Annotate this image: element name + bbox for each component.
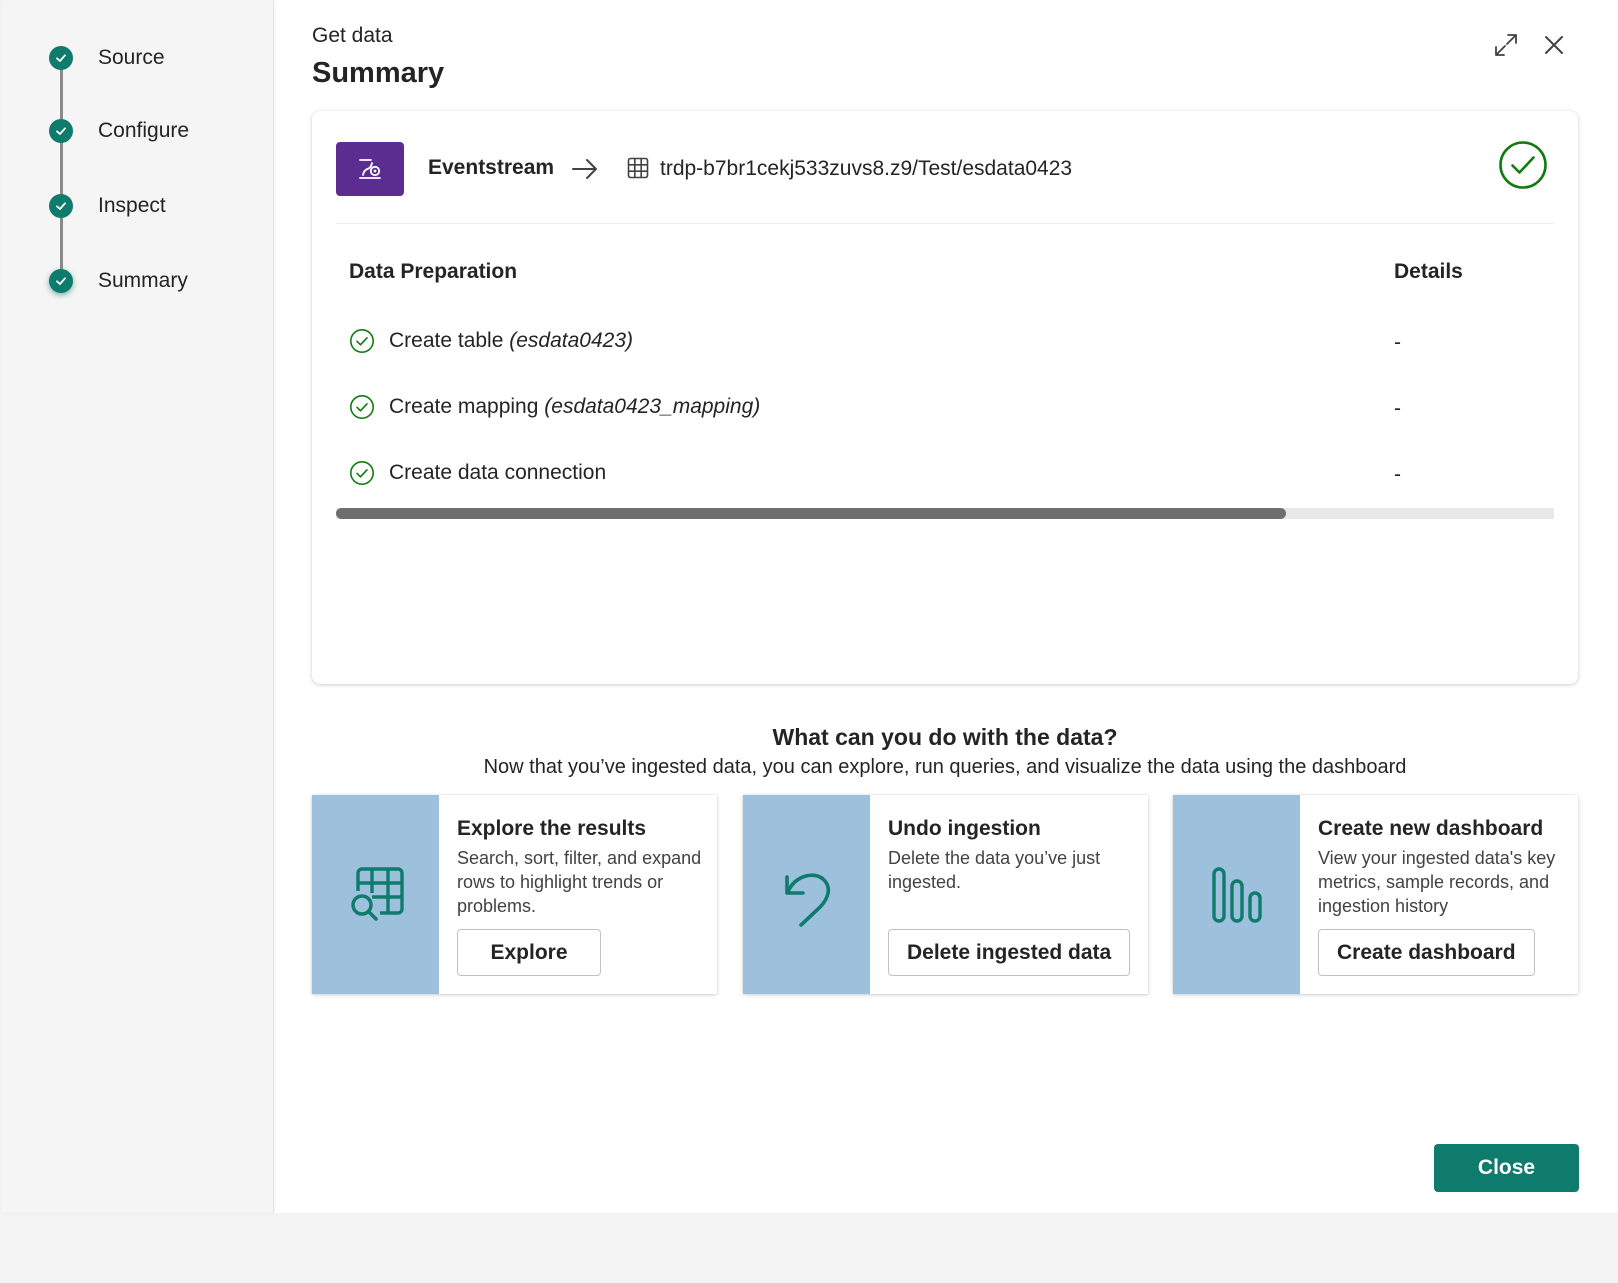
check-circle-icon [350, 461, 374, 485]
undo-icon [784, 872, 830, 927]
card-title: Undo ingestion [888, 817, 1041, 840]
explore-results-card: Explore the results Search, sort, filter… [312, 795, 717, 994]
source-label: Eventstream [428, 156, 555, 179]
prep-row-text: Create mapping (esdata0423_mapping) [389, 395, 761, 418]
prep-row-create-data-connection: Create data connection [349, 458, 606, 488]
scrollbar-thumb[interactable] [336, 508, 1287, 519]
close-dialog-button[interactable] [1537, 28, 1571, 62]
next-steps-subtitle: Now that you’ve ingested data, you can e… [483, 756, 1407, 778]
source-target-row: Eventstream trdp-b7br1cekj533zuvs8.z9/Te… [336, 141, 1554, 224]
prep-row-text: Create table (esdata0423) [389, 329, 634, 352]
card-description: Search, sort, filter, and expand rows to… [457, 848, 702, 916]
prep-row-text: Create data connection [389, 461, 607, 484]
eventstream-icon [359, 159, 381, 179]
step-source[interactable]: Source [49, 44, 165, 72]
details-header: Details [1394, 260, 1463, 283]
step-summary[interactable]: Summary [49, 267, 188, 295]
step-label: Configure [98, 119, 190, 142]
page-title: Summary [312, 57, 445, 89]
explore-button[interactable]: Explore [457, 929, 601, 976]
undo-ingestion-card: Undo ingestion Delete the data you’ve ju… [743, 795, 1148, 994]
prep-row-detail: - [1394, 331, 1401, 354]
check-circle-icon [350, 395, 374, 419]
create-dashboard-button[interactable]: Create dashboard [1318, 929, 1535, 976]
prep-row-detail: - [1394, 463, 1401, 486]
step-complete-check-icon [49, 46, 73, 70]
get-data-dialog: Source Configure Inspect Summary Get dat… [2, 0, 1618, 1213]
card-description: Delete the data you’ve just ingested. [888, 848, 1101, 892]
card-description: View your ingested data's key metrics, s… [1318, 848, 1556, 916]
bar-chart-icon [1211, 866, 1262, 923]
success-check-circle-icon [1499, 141, 1547, 189]
delete-ingested-data-button[interactable]: Delete ingested data [888, 929, 1131, 976]
target-table-path: trdp-b7br1cekj533zuvs8.z9/Test/esdata042… [660, 157, 1073, 180]
prep-row-create-table: Create table (esdata0423) [349, 326, 633, 356]
arrow-right-icon [572, 159, 597, 179]
card-title: Create new dashboard [1318, 817, 1544, 840]
prep-row-create-mapping: Create mapping (esdata0423_mapping) [349, 392, 760, 422]
wizard-stepper: Source Configure Inspect Summary [2, 0, 274, 1213]
card-illustration [743, 795, 870, 994]
data-preparation-header: Data Preparation [349, 260, 518, 283]
next-steps-title: What can you do with the data? [772, 724, 1118, 750]
horizontal-scrollbar[interactable] [336, 508, 1554, 519]
prep-row-detail: - [1394, 397, 1401, 420]
step-complete-check-icon [49, 194, 73, 218]
table-icon [627, 157, 649, 179]
step-current-check-icon [49, 269, 73, 293]
step-complete-check-icon [49, 119, 73, 143]
check-circle-icon [350, 329, 374, 353]
step-label: Source [98, 46, 165, 69]
stepper-connector [60, 60, 63, 282]
expand-icon [1495, 34, 1517, 56]
step-inspect[interactable]: Inspect [49, 192, 166, 220]
close-icon [1545, 36, 1563, 54]
dialog-subtitle: Get data [312, 24, 393, 47]
table-search-icon [350, 866, 404, 921]
card-illustration [1173, 795, 1300, 994]
summary-card: Eventstream trdp-b7br1cekj533zuvs8.z9/Te… [312, 111, 1578, 684]
eventstream-tile [336, 142, 404, 196]
close-button[interactable]: Close [1434, 1144, 1579, 1192]
step-label: Summary [98, 269, 188, 292]
card-illustration [312, 795, 439, 994]
card-title: Explore the results [457, 817, 647, 840]
expand-button[interactable] [1489, 28, 1523, 62]
step-configure[interactable]: Configure [49, 117, 189, 145]
create-dashboard-card: Create new dashboard View your ingested … [1173, 795, 1578, 994]
step-label: Inspect [98, 194, 166, 217]
